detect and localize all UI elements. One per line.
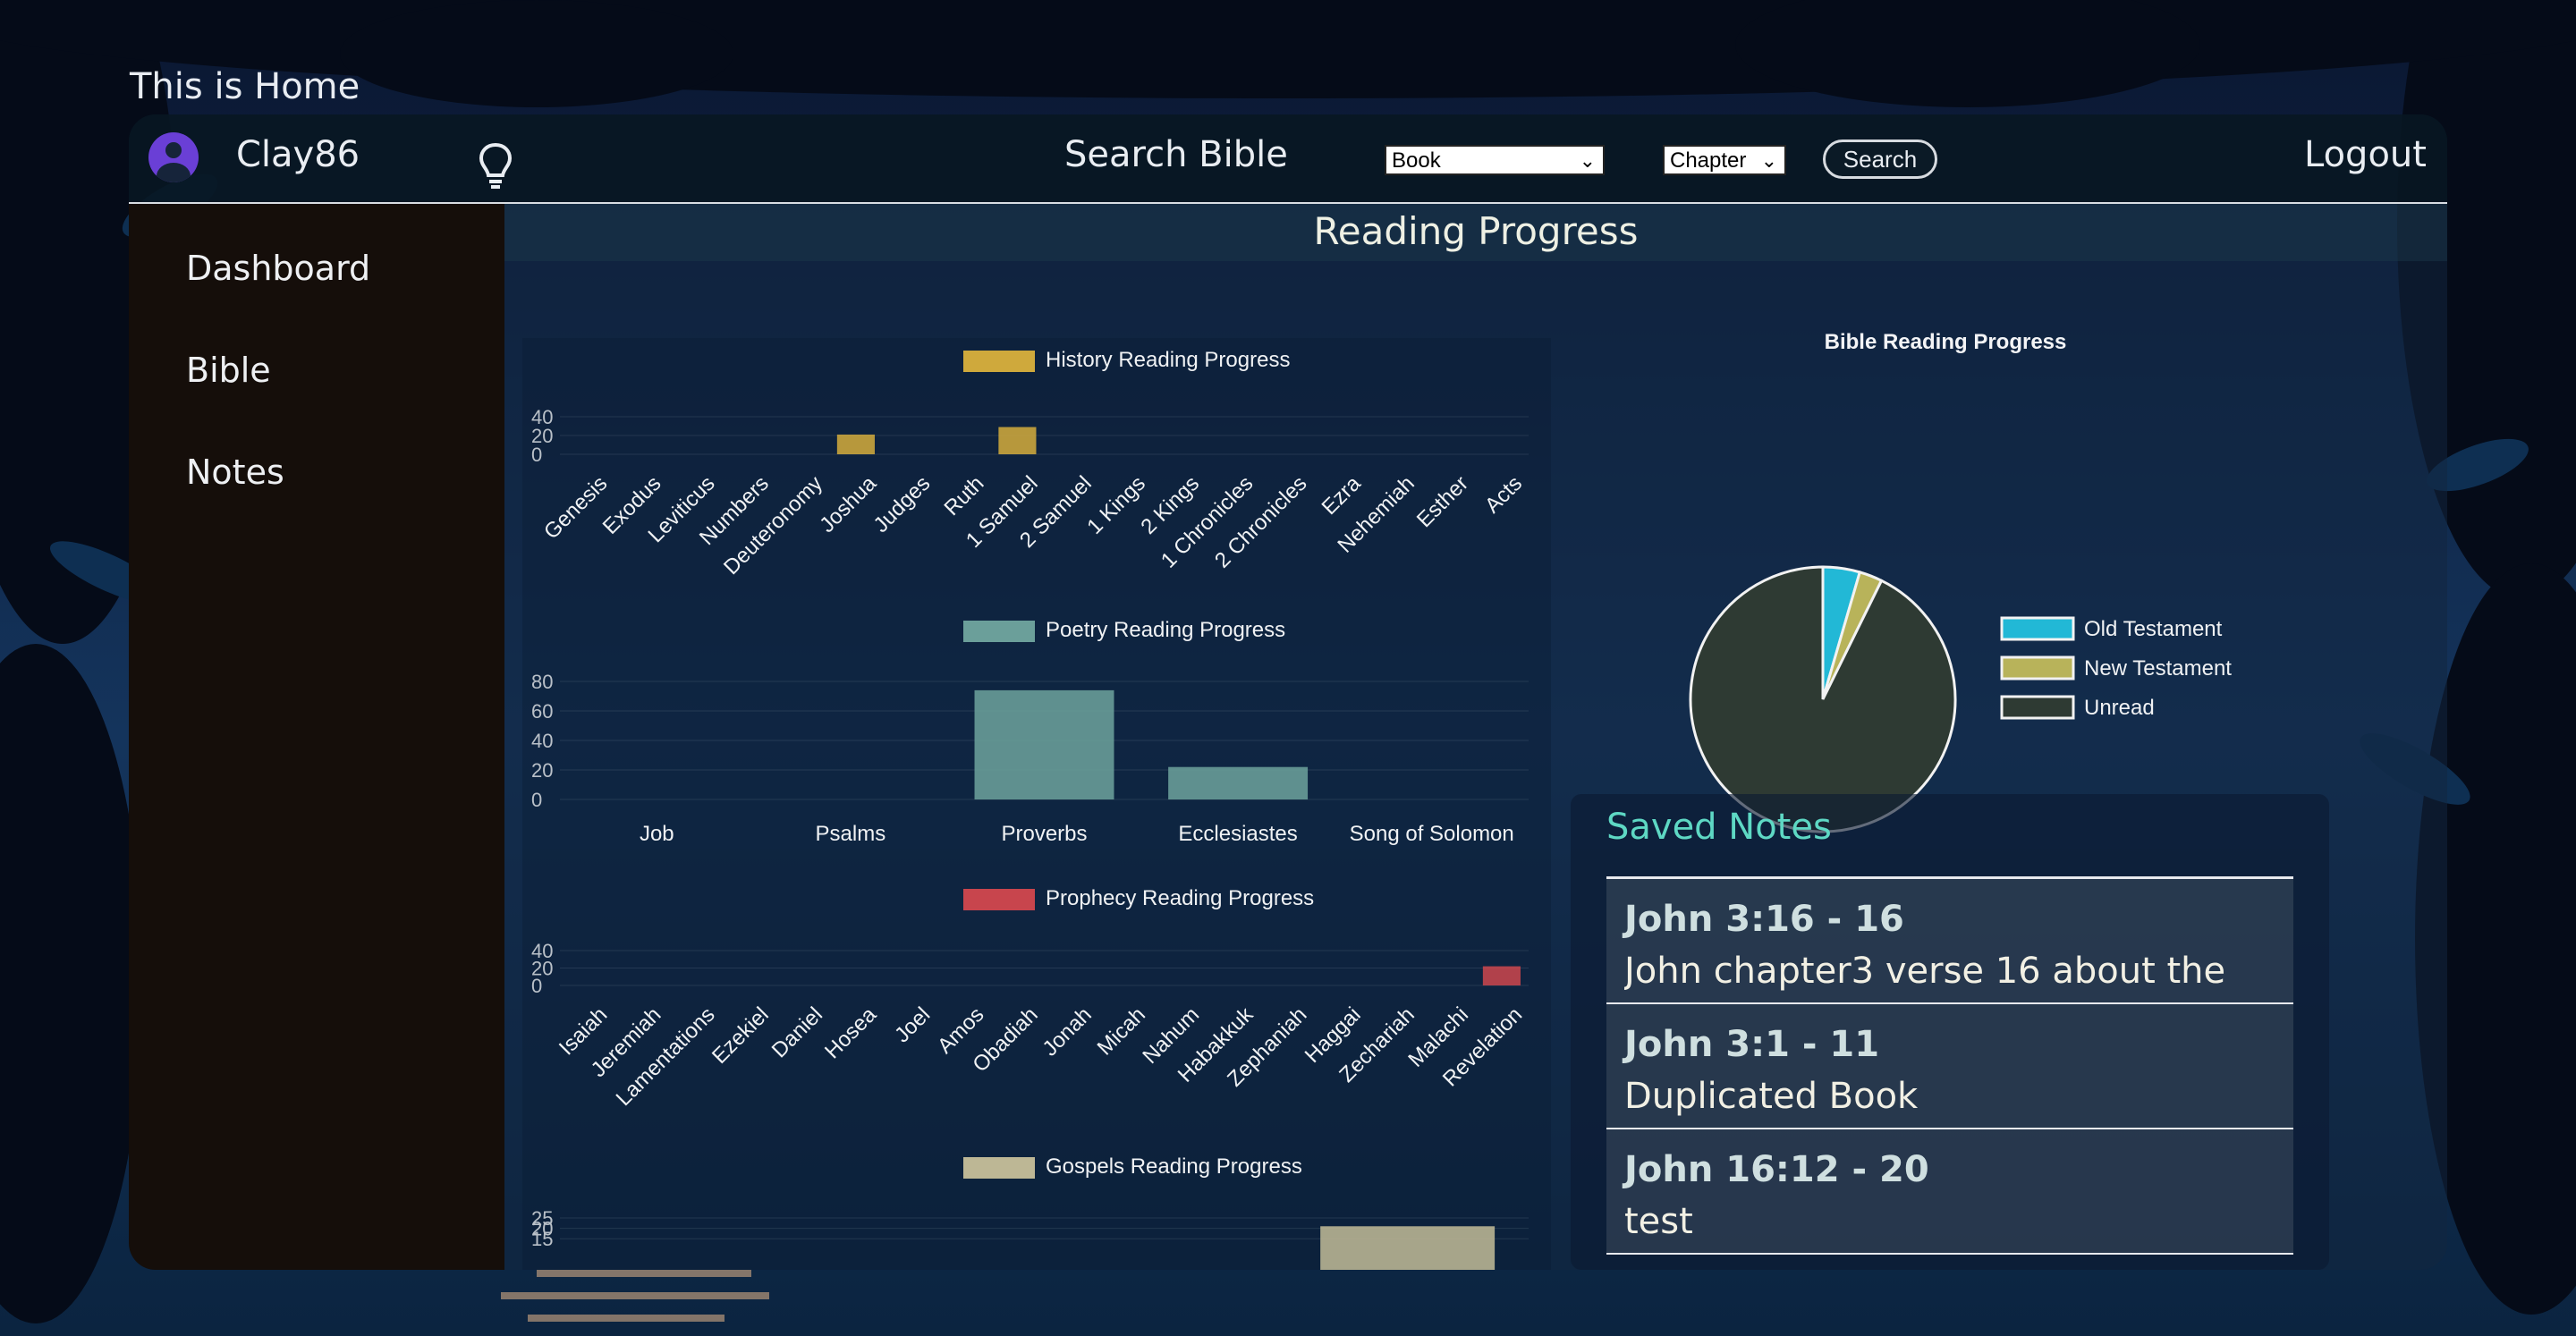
note-text: John chapter3 verse 16 about the	[1624, 951, 2226, 992]
x-tick-label: Ruth	[940, 471, 989, 520]
legend-swatch	[963, 889, 1035, 910]
legend-label: History Reading Progress	[1046, 348, 1290, 372]
bar	[974, 689, 1114, 799]
sidebar-item-bible[interactable]: Bible	[186, 351, 271, 390]
x-tick-label: Hosea	[820, 1002, 882, 1064]
bar	[1168, 766, 1309, 799]
page-title: Reading Progress	[504, 204, 2447, 261]
legend-swatch	[963, 621, 1035, 642]
search-button[interactable]: Search	[1823, 140, 1937, 179]
legend-swatch	[2000, 616, 2075, 641]
saved-notes-list: John 3:16 - 16 John chapter3 verse 16 ab…	[1606, 876, 2293, 1255]
sidebar-item-dashboard[interactable]: Dashboard	[186, 249, 370, 288]
x-tick-label: 1 Kings	[1082, 471, 1150, 539]
x-tick-label: Daniel	[767, 1002, 827, 1062]
main-content: Reading Progress History Reading Progres…	[504, 204, 2447, 1270]
note-reference: John 3:16 - 16	[1624, 899, 1904, 940]
legend-label: Poetry Reading Progress	[1046, 618, 1285, 642]
chapter-select[interactable]: Chapter ⌄	[1663, 145, 1786, 175]
x-tick-label: Ezra	[1318, 471, 1366, 520]
x-tick-label: Ezekiel	[708, 1002, 774, 1069]
x-tick-label: Joshua	[815, 471, 881, 537]
legend-swatch	[963, 351, 1035, 372]
legend-label: New Testament	[2084, 656, 2232, 681]
bar	[1320, 1226, 1496, 1270]
search-bible-label: Search Bible	[1064, 134, 1288, 175]
bar	[1482, 966, 1521, 985]
legend-label: Gospels Reading Progress	[1046, 1154, 1302, 1179]
y-tick-label: 60	[531, 700, 553, 723]
pie-slice	[1689, 565, 1957, 833]
saved-notes-panel: Saved Notes John 3:16 - 16 John chapter3…	[1571, 794, 2329, 1270]
note-text: test	[1624, 1201, 1693, 1242]
legend-label: Unread	[2084, 696, 2155, 720]
legend-swatch	[963, 1157, 1035, 1179]
bar	[998, 427, 1037, 454]
book-select-value: Book	[1392, 148, 1441, 173]
lightbulb-icon[interactable]	[478, 141, 513, 191]
y-tick-label: 0	[531, 789, 542, 811]
x-tick-label: Proverbs	[1001, 822, 1087, 846]
poetry-bar-chart: Poetry Reading Progress 0 20 40 60 80 Job Psalm…	[531, 618, 1529, 846]
legend-label: Old Testament	[2084, 617, 2223, 641]
book-select[interactable]: Book ⌄	[1385, 145, 1605, 175]
user-avatar-icon[interactable]	[148, 132, 199, 182]
x-tick-label: Song of Solomon	[1350, 822, 1514, 846]
chevron-down-icon: ⌄	[1760, 149, 1777, 172]
sidebar: Dashboard Bible Notes	[129, 204, 504, 1270]
note-reference: John 16:12 - 20	[1624, 1149, 1929, 1190]
chapter-select-value: Chapter	[1670, 148, 1747, 173]
pie-title: Bible Reading Progress	[1825, 330, 2067, 354]
legend-label: Prophecy Reading Progress	[1046, 886, 1314, 910]
y-tick-label: 40	[531, 406, 553, 428]
y-tick-label: 25	[531, 1207, 553, 1230]
history-bar-chart: History Reading Progress02040GenesisExod…	[531, 348, 1529, 579]
legend-swatch	[2000, 655, 2075, 681]
app-window: Clay86 Search Bible Book ⌄ Chapter ⌄ Sea…	[129, 114, 2447, 1270]
x-tick-label: Judges	[869, 471, 936, 537]
x-tick-label: Joel	[890, 1002, 935, 1047]
note-item[interactable]: John 3:16 - 16 John chapter3 verse 16 ab…	[1606, 879, 2293, 1004]
note-item[interactable]: John 3:1 - 11 Duplicated Book	[1606, 1004, 2293, 1129]
y-tick-label: 40	[531, 940, 553, 962]
y-tick-label: 20	[531, 759, 553, 782]
prophecy-bar-chart: Prophecy Reading Progress02040IsaiahJere…	[531, 886, 1529, 1111]
page-heading: This is Home	[130, 66, 360, 107]
note-item[interactable]: John 16:12 - 20 test	[1606, 1129, 2293, 1255]
username[interactable]: Clay86	[236, 134, 360, 175]
x-tick-label: Acts	[1480, 471, 1527, 518]
x-tick-label: Job	[640, 822, 674, 846]
logout-link[interactable]: Logout	[2304, 134, 2427, 175]
legend-swatch	[2000, 695, 2075, 720]
x-tick-label: Psalms	[816, 822, 886, 846]
reading-progress-charts: History Reading Progress 0 20 40 Genesis Exod…	[522, 338, 1551, 1270]
y-tick-label: 80	[531, 671, 553, 693]
x-tick-label: Jonah	[1038, 1002, 1096, 1061]
bar	[836, 434, 875, 454]
gospels-bar-chart: Gospels Reading Progress152025MatthewMar…	[531, 1154, 1529, 1270]
saved-notes-title: Saved Notes	[1606, 807, 1832, 848]
x-tick-label: Ecclesiastes	[1178, 822, 1297, 846]
sidebar-item-notes[interactable]: Notes	[186, 452, 284, 492]
top-navbar: Clay86 Search Bible Book ⌄ Chapter ⌄ Sea…	[129, 114, 2447, 204]
y-tick-label: 40	[531, 730, 553, 752]
note-text: Duplicated Book	[1624, 1076, 1919, 1117]
chevron-down-icon: ⌄	[1579, 149, 1596, 172]
x-tick-label: Esther	[1412, 471, 1473, 532]
bar-charts-svg: History Reading Progress02040GenesisExod…	[531, 348, 1529, 1270]
note-reference: John 3:1 - 11	[1624, 1024, 1880, 1065]
x-tick-label: Genesis	[539, 471, 612, 544]
